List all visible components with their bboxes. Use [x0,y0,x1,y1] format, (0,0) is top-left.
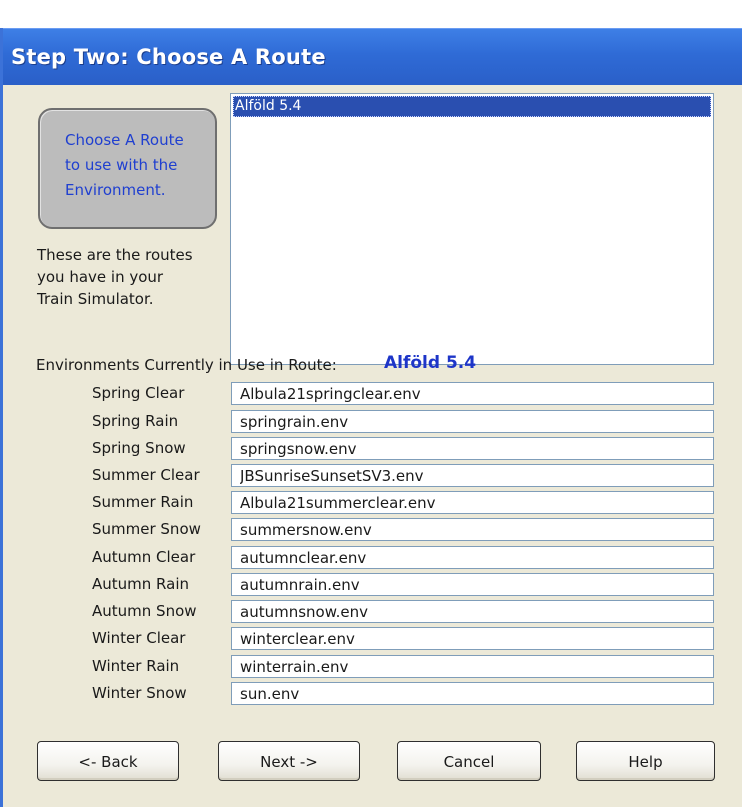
info-box: Choose A Route to use with the Environme… [38,108,217,229]
next-button[interactable]: Next -> [218,741,360,781]
env-row-winter-clear: Winter Clear [3,627,742,653]
description-line: you have in your [37,268,164,286]
env-field-summer-clear[interactable] [231,464,714,487]
env-label: Summer Clear [92,466,200,484]
back-button[interactable]: <- Back [37,741,179,781]
env-label: Summer Rain [92,493,194,511]
env-field-winter-snow[interactable] [231,682,714,705]
env-field-spring-snow[interactable] [231,437,714,460]
env-field-summer-rain[interactable] [231,491,714,514]
env-row-winter-rain: Winter Rain [3,655,742,681]
env-row-summer-rain: Summer Rain [3,491,742,517]
wizard-window: Step Two: Choose A Route Choose A Route … [0,28,742,807]
environments-header: Environments Currently in Use in Route: [36,356,337,374]
env-label: Autumn Clear [92,548,196,566]
description: These are the routes you have in your Tr… [37,244,237,310]
help-button[interactable]: Help [576,741,715,781]
window-title: Step Two: Choose A Route [11,45,326,69]
title-bar: Step Two: Choose A Route [3,28,742,85]
env-label: Winter Snow [92,684,187,702]
route-list-item[interactable]: Alföld 5.4 [233,96,711,117]
info-box-text: Choose A Route to use with the Environme… [65,128,215,203]
env-row-spring-clear: Spring Clear [3,382,742,408]
description-line: These are the routes [37,246,193,264]
env-field-winter-rain[interactable] [231,655,714,678]
env-label: Spring Clear [92,384,185,402]
info-line: Environment. [65,181,166,199]
info-line: to use with the [65,156,178,174]
selected-route-name: Alföld 5.4 [384,353,477,373]
env-row-autumn-rain: Autumn Rain [3,573,742,599]
env-field-autumn-clear[interactable] [231,546,714,569]
env-label: Winter Rain [92,657,180,675]
env-row-summer-snow: Summer Snow [3,518,742,544]
env-row-winter-snow: Winter Snow [3,682,742,708]
env-field-spring-rain[interactable] [231,410,714,433]
env-field-summer-snow[interactable] [231,518,714,541]
route-listbox[interactable]: Alföld 5.4 [230,93,714,365]
env-row-spring-rain: Spring Rain [3,410,742,436]
env-label: Autumn Snow [92,602,197,620]
env-row-spring-snow: Spring Snow [3,437,742,463]
env-label: Spring Snow [92,439,186,457]
env-field-autumn-rain[interactable] [231,573,714,596]
env-label: Spring Rain [92,412,179,430]
cancel-button[interactable]: Cancel [397,741,541,781]
env-field-autumn-snow[interactable] [231,600,714,623]
env-row-summer-clear: Summer Clear [3,464,742,490]
env-row-autumn-snow: Autumn Snow [3,600,742,626]
env-label: Summer Snow [92,520,201,538]
env-label: Autumn Rain [92,575,190,593]
description-line: Train Simulator. [37,290,154,308]
env-field-winter-clear[interactable] [231,627,714,650]
env-field-spring-clear[interactable] [231,382,714,405]
env-row-autumn-clear: Autumn Clear [3,546,742,572]
info-line: Choose A Route [65,131,184,149]
env-label: Winter Clear [92,629,186,647]
